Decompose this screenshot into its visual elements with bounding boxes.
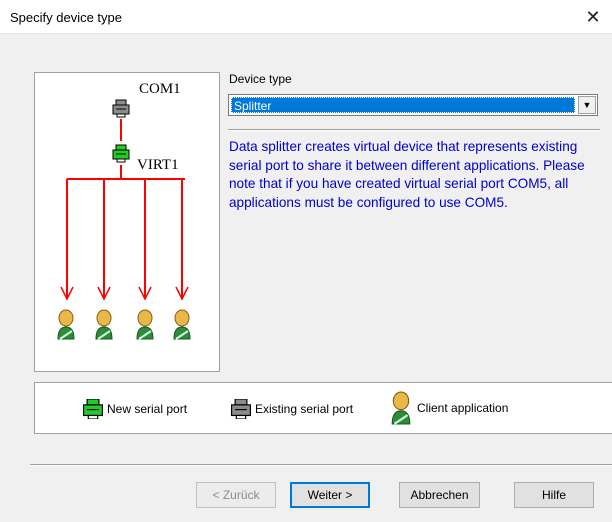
splitter-diagram: COM1 VIRT1 [34,72,220,372]
client-application-icon [136,309,154,340]
client-application-icon [57,309,75,340]
device-description: Data splitter creates virtual device tha… [229,139,585,210]
help-button[interactable]: Hilfe [514,482,594,508]
chevron-down-icon[interactable]: ▼ [578,96,596,114]
virt-label: VIRT1 [137,157,179,173]
existing-port-icon [231,399,251,419]
legend-new-port-label: New serial port [107,402,188,416]
cancel-button[interactable]: Abbrechen [399,482,480,508]
new-port-icon [112,144,130,163]
diagram-graphic: COM1 VIRT1 [57,81,191,340]
legend-existing-port: Existing serial port [231,399,353,419]
legend-client-app-label: Client application [417,401,509,415]
new-port-icon [83,399,103,419]
title-bar: Specify device type ✕ [0,0,612,34]
client-application-icon [95,309,113,340]
com-label: COM1 [139,81,181,97]
back-button[interactable]: < Zurück [196,482,276,508]
existing-port-icon [112,99,130,118]
device-type-label: Device type [229,72,292,86]
window-title: Specify device type [10,10,123,25]
footer-separator [30,464,612,466]
legend-client-app: Client application [389,391,508,425]
legend-existing-port-label: Existing serial port [255,402,354,416]
device-type-selected-value: Splitter [231,97,575,113]
legend-new-port: New serial port [83,399,187,419]
client-application-icon [173,309,191,340]
dialog-body: COM1 VIRT1 Device type Splitter ▼ Data s… [0,34,612,522]
legend: New serial port Existing serial port Cli… [34,382,612,434]
next-button[interactable]: Weiter > [290,482,370,508]
separator [228,129,600,131]
close-icon[interactable]: ✕ [582,6,604,28]
device-type-select[interactable]: Splitter ▼ [228,94,598,116]
client-application-icon [391,391,411,425]
